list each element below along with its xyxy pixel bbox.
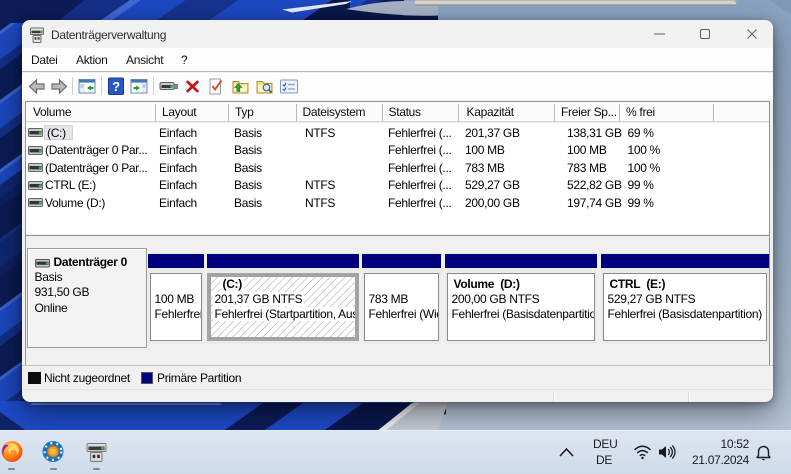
- svg-text:?: ?: [112, 79, 120, 94]
